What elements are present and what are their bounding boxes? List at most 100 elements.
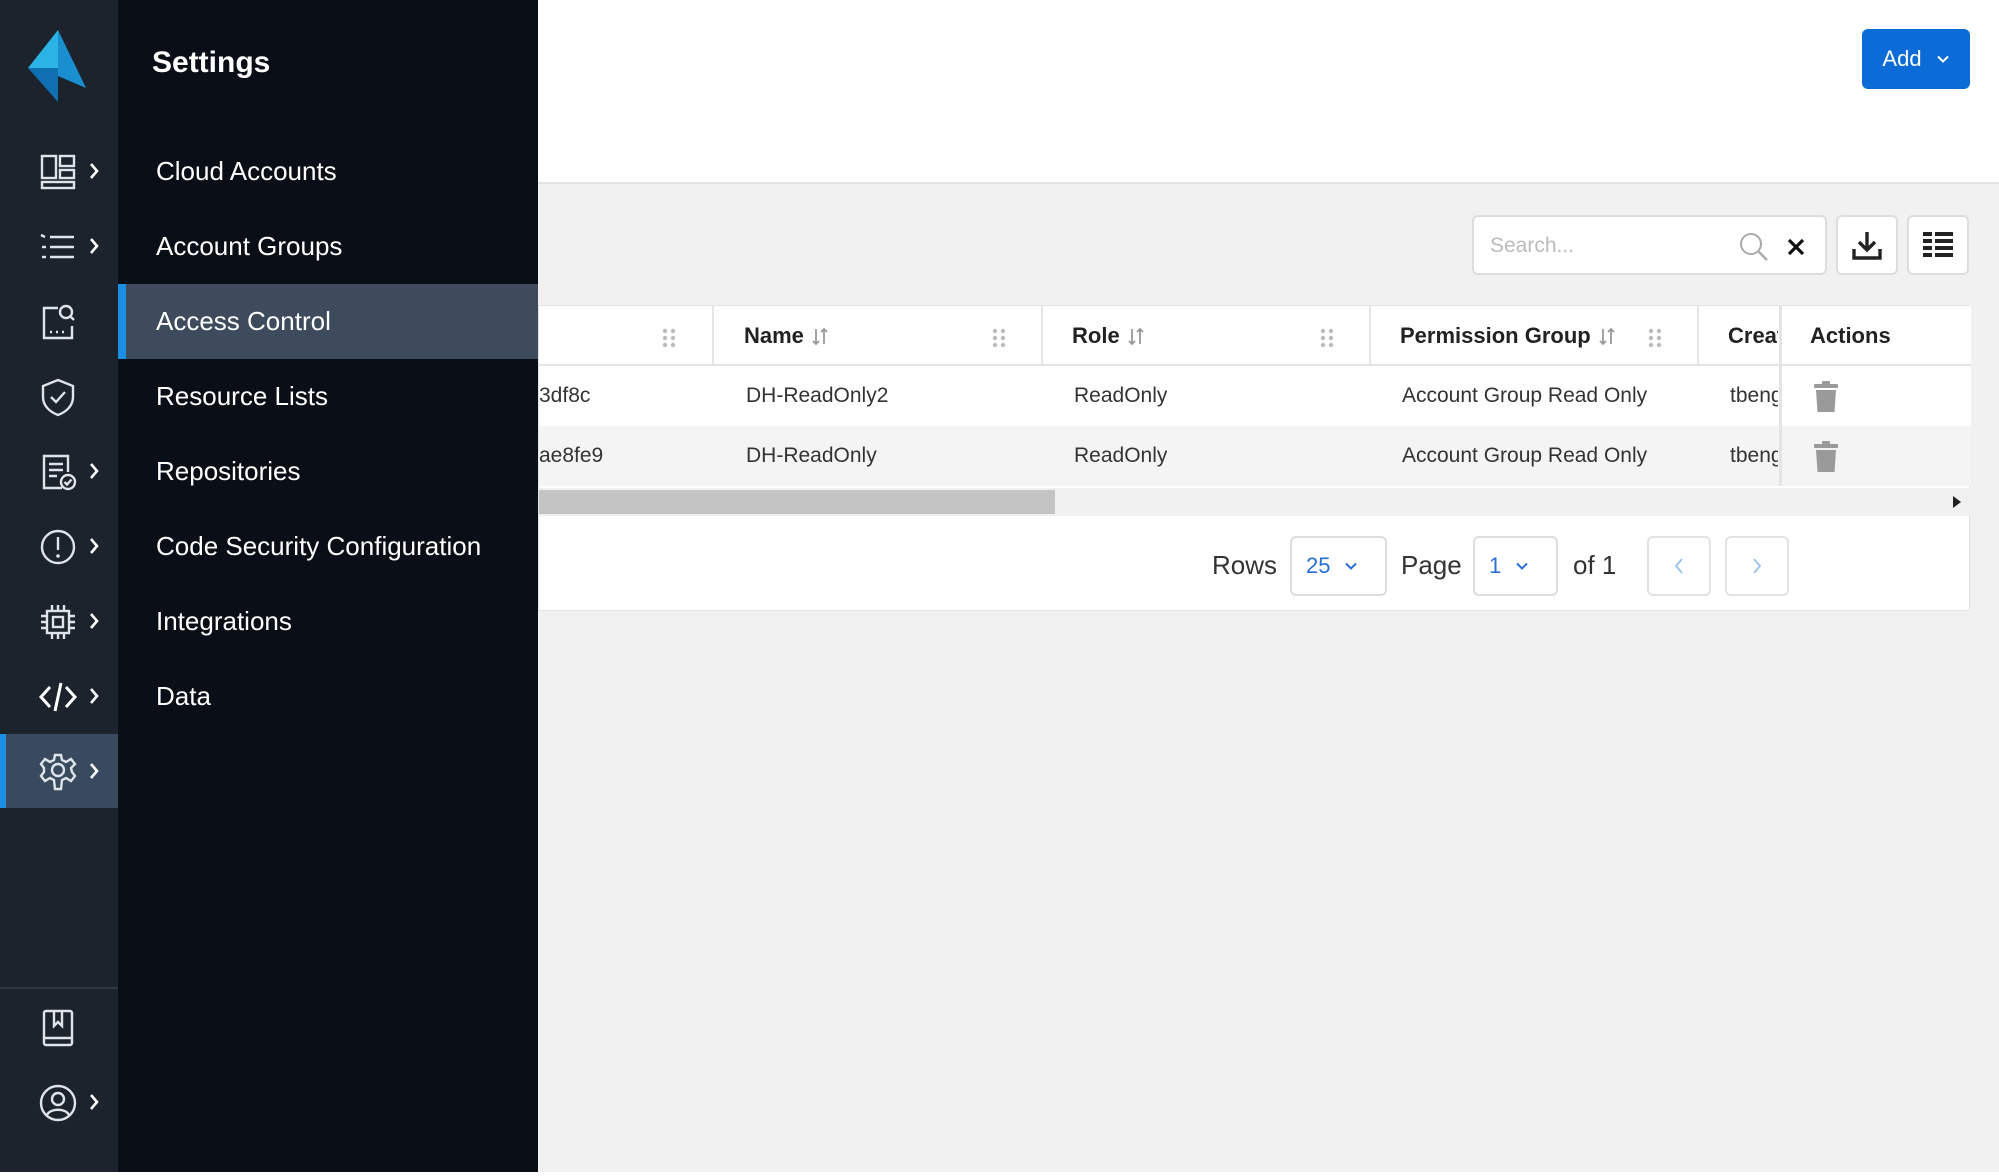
book-icon: [42, 1009, 74, 1047]
chevron-left-icon: [1674, 558, 1683, 574]
actions-column: Actions: [1779, 306, 1971, 486]
download-button[interactable]: [1836, 215, 1898, 275]
icon-rail: [0, 0, 118, 1176]
rail-item-compute[interactable]: [0, 584, 118, 658]
chevron-right-icon: [90, 613, 99, 629]
access-control-table: Name Role Permission Group Creat 3df8c D…: [538, 305, 1971, 611]
cell-created-by: tbeng: [1730, 384, 1778, 407]
rail-item-alerts[interactable]: [0, 509, 118, 583]
rows-per-page-select[interactable]: 25: [1290, 536, 1387, 596]
search-input[interactable]: [1488, 231, 1728, 261]
rail-divider: [0, 987, 118, 989]
scroll-right-icon[interactable]: [1951, 494, 1963, 510]
sort-icon: [1128, 327, 1144, 346]
menu-item-code-security-configuration[interactable]: Code Security Configuration: [118, 509, 538, 584]
add-button-label: Add: [1882, 46, 1922, 71]
cell-created-by: tbeng: [1730, 444, 1778, 467]
menu-item-integrations[interactable]: Integrations: [118, 584, 538, 659]
menu-item-access-control[interactable]: Access Control: [118, 284, 538, 359]
next-page-button[interactable]: [1725, 536, 1789, 596]
cell-role: ReadOnly: [1074, 444, 1168, 467]
shield-icon: [41, 378, 75, 417]
column-header-name[interactable]: Name: [744, 306, 828, 366]
compliance-icon: [42, 454, 77, 491]
rail-item-inventory[interactable]: [0, 209, 118, 283]
cell-name: DH-ReadOnly: [746, 444, 877, 467]
user-icon: [39, 1084, 77, 1122]
cell-permission-group: Account Group Read Only: [1402, 384, 1648, 407]
dashboard-icon: [40, 154, 76, 190]
gear-icon: [39, 753, 77, 791]
bottom-border: [0, 1172, 1999, 1176]
cell-id: 3df8c: [539, 384, 591, 407]
scrollbar-thumb[interactable]: [539, 490, 1055, 514]
column-header-actions: Actions: [1810, 323, 1891, 348]
settings-panel: Settings Cloud Accounts Account Groups A…: [118, 0, 538, 1176]
rail-item-docs[interactable]: [0, 990, 118, 1064]
delete-icon[interactable]: [1812, 381, 1840, 413]
rail-item-more[interactable]: [0, 1140, 118, 1176]
table-row[interactable]: 3df8c DH-ReadOnly2 ReadOnly Account Grou…: [539, 366, 1971, 426]
columns-icon: [1923, 232, 1953, 257]
add-button[interactable]: Add: [1862, 29, 1970, 89]
menu-item-data[interactable]: Data: [118, 659, 538, 734]
chevron-right-icon: [1753, 558, 1762, 574]
table-header: Name Role Permission Group Creat: [539, 306, 1971, 366]
previous-page-button[interactable]: [1647, 536, 1711, 596]
chevron-right-icon: [90, 763, 99, 779]
rail-item-dashboard[interactable]: [0, 134, 118, 208]
chevron-down-icon: [1516, 562, 1528, 570]
column-settings-button[interactable]: [1907, 215, 1969, 275]
rows-label: Rows: [1212, 550, 1278, 580]
sort-icon: [812, 327, 828, 346]
column-header-created[interactable]: Creat: [1728, 306, 1778, 366]
logo-icon: [28, 30, 86, 102]
inventory-icon: [40, 233, 74, 259]
drag-handle-icon[interactable]: [991, 328, 1007, 348]
download-icon: [1852, 232, 1882, 260]
chevron-right-icon: [90, 688, 99, 704]
investigate-icon: [42, 304, 75, 340]
page-count: of 1: [1573, 550, 1617, 580]
menu-item-cloud-accounts[interactable]: Cloud Accounts: [118, 134, 538, 209]
search-field: [1472, 215, 1827, 275]
alert-icon: [40, 529, 76, 565]
chevron-down-icon: [1345, 562, 1358, 570]
settings-title: Settings: [152, 46, 271, 79]
drag-handle-icon[interactable]: [661, 328, 677, 348]
pagination: Rows 25 Page 1 of 1: [539, 536, 1971, 600]
horizontal-scrollbar[interactable]: [539, 488, 1971, 516]
cell-id: ae8fe9: [539, 444, 604, 467]
chevron-right-icon: [90, 1094, 99, 1110]
chevron-right-icon: [90, 463, 99, 479]
compute-icon: [41, 605, 75, 639]
page-label: Page: [1401, 550, 1462, 580]
drag-handle-icon[interactable]: [1647, 328, 1663, 348]
delete-icon[interactable]: [1812, 441, 1840, 473]
column-header-permission-group[interactable]: Permission Group: [1400, 306, 1615, 366]
chevron-down-icon: [1936, 55, 1949, 63]
code-icon: [38, 682, 78, 712]
rail-item-profile[interactable]: [0, 1065, 118, 1139]
drag-handle-icon[interactable]: [1319, 328, 1335, 348]
rail-item-compliance[interactable]: [0, 434, 118, 508]
menu-item-repositories[interactable]: Repositories: [118, 434, 538, 509]
rail-item-settings[interactable]: [0, 734, 118, 808]
cell-role: ReadOnly: [1074, 384, 1168, 407]
column-header-role[interactable]: Role: [1072, 306, 1144, 366]
chevron-right-icon: [90, 238, 99, 254]
page-select[interactable]: 1: [1473, 536, 1558, 596]
rail-item-investigate[interactable]: [0, 284, 118, 358]
menu-item-account-groups[interactable]: Account Groups: [118, 209, 538, 284]
table-row[interactable]: ae8fe9 DH-ReadOnly ReadOnly Account Grou…: [539, 426, 1971, 486]
close-icon[interactable]: [1782, 233, 1810, 261]
sort-icon: [1599, 327, 1615, 346]
search-icon[interactable]: [1738, 231, 1770, 263]
rail-item-security[interactable]: [0, 359, 118, 433]
cell-permission-group: Account Group Read Only: [1402, 444, 1648, 467]
chevron-right-icon: [90, 538, 99, 554]
cell-name: DH-ReadOnly2: [746, 384, 889, 407]
rail-item-code[interactable]: [0, 659, 118, 733]
chevron-right-icon: [90, 163, 99, 179]
menu-item-resource-lists[interactable]: Resource Lists: [118, 359, 538, 434]
